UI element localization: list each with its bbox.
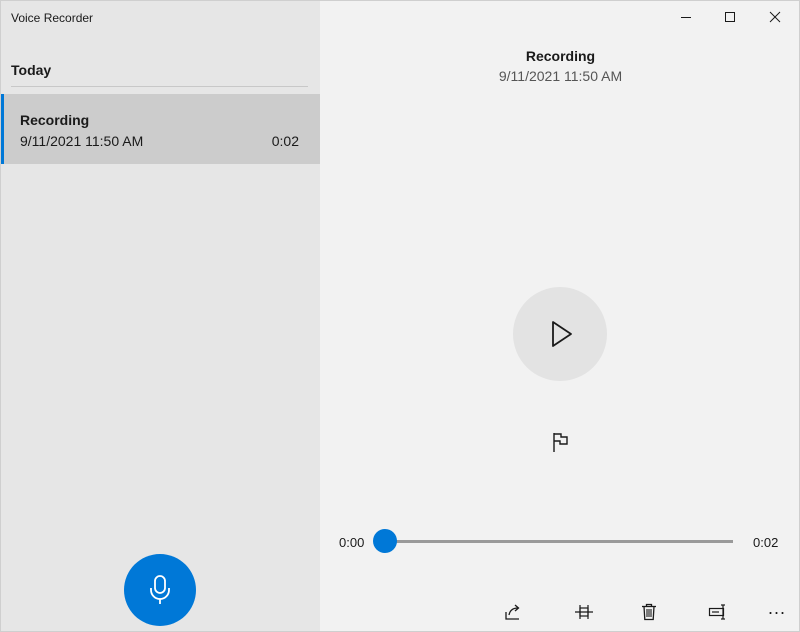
current-recording-title: Recording xyxy=(525,48,596,64)
seek-bar[interactable] xyxy=(373,529,733,553)
recordings-pane: Voice Recorder Today Recording 9/11/2021… xyxy=(1,1,320,631)
flag-icon xyxy=(553,433,568,452)
player-pane: Recording 9/11/2021 11:50 AM 0:00 0:02 .… xyxy=(320,1,799,631)
play-button[interactable] xyxy=(513,287,607,381)
group-divider xyxy=(11,86,308,87)
voice-recorder-window: Voice Recorder Today Recording 9/11/2021… xyxy=(0,0,800,632)
group-header-today: Today xyxy=(11,62,52,78)
delete-button[interactable] xyxy=(634,597,664,627)
recording-name: Recording xyxy=(20,112,90,128)
more-options-button[interactable]: ... xyxy=(762,599,792,629)
close-button[interactable] xyxy=(752,1,798,33)
microphone-icon xyxy=(150,575,170,604)
trim-button[interactable] xyxy=(569,597,599,627)
play-icon xyxy=(552,321,572,347)
current-time: 0:00 xyxy=(339,535,365,550)
rename-icon xyxy=(708,604,725,620)
record-button[interactable] xyxy=(124,554,196,626)
selection-indicator xyxy=(1,94,4,164)
maximize-button[interactable] xyxy=(707,1,753,33)
share-icon xyxy=(505,604,520,620)
delete-icon xyxy=(642,603,656,621)
app-title: Voice Recorder xyxy=(11,11,94,25)
close-icon xyxy=(769,11,781,23)
current-recording-date: 9/11/2021 11:50 AM xyxy=(498,68,623,84)
recording-list-item[interactable]: Recording 9/11/2021 11:50 AM 0:02 xyxy=(1,94,320,164)
minimize-button[interactable] xyxy=(663,1,709,33)
add-marker-button[interactable] xyxy=(548,429,574,455)
recording-date: 9/11/2021 11:50 AM xyxy=(20,133,144,149)
maximize-icon xyxy=(725,12,735,22)
share-button[interactable] xyxy=(498,597,528,627)
minimize-icon xyxy=(681,17,691,18)
trim-icon xyxy=(575,605,593,619)
rename-button[interactable] xyxy=(703,597,733,627)
seek-thumb[interactable] xyxy=(373,529,397,553)
total-time: 0:02 xyxy=(753,535,779,550)
recording-duration: 0:02 xyxy=(271,133,299,149)
